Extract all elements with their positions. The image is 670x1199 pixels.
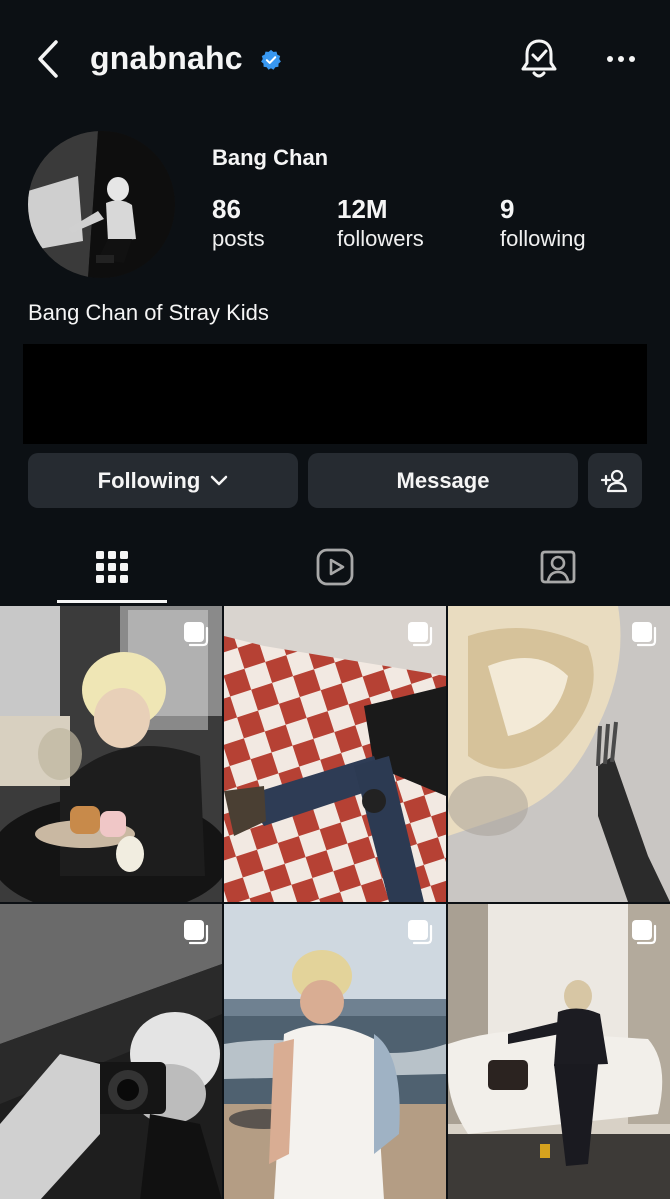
following-count-value: 9: [500, 194, 515, 224]
following-count[interactable]: 9 following: [500, 194, 586, 254]
post-photo-cake: [448, 606, 670, 902]
message-button-label: Message: [396, 467, 490, 493]
profile-tabs: [0, 530, 670, 604]
post-photo-camera-selfie: [0, 904, 222, 1199]
verified-badge-icon: [261, 49, 281, 70]
followers-count-label: followers: [337, 226, 424, 251]
post-tile[interactable]: [0, 904, 222, 1199]
multi-post-icon: [184, 920, 209, 945]
active-tab-indicator: [57, 600, 167, 603]
message-button[interactable]: Message: [308, 453, 578, 508]
tab-tagged[interactable]: [503, 530, 613, 604]
reels-icon: [316, 548, 354, 586]
following-button-label: Following: [97, 467, 201, 493]
post-photo-checkered-floor: [224, 606, 446, 902]
posts-count: 86 posts: [212, 194, 265, 254]
post-photo-sofa: [448, 904, 670, 1199]
posts-count-value: 86: [212, 194, 241, 224]
posts-count-label: posts: [212, 226, 265, 251]
post-tile[interactable]: [448, 606, 670, 902]
back-chevron-icon[interactable]: [30, 38, 66, 80]
post-tile[interactable]: [224, 606, 446, 902]
redacted-block: [23, 344, 647, 444]
post-tile[interactable]: [224, 904, 446, 1199]
tab-reels[interactable]: [280, 530, 390, 604]
multi-post-icon: [408, 920, 433, 945]
multi-post-icon: [408, 622, 433, 647]
chevron-down-icon: [211, 475, 228, 485]
multi-post-icon: [632, 920, 657, 945]
tagged-user-icon: [540, 550, 576, 584]
followers-count[interactable]: 12M followers: [337, 194, 424, 254]
profile-avatar[interactable]: [28, 131, 175, 278]
multi-post-icon: [184, 622, 209, 647]
multi-post-icon: [632, 622, 657, 647]
top-bar: gnabnahc: [0, 0, 670, 120]
post-tile[interactable]: [448, 904, 670, 1199]
more-options-icon[interactable]: [604, 44, 638, 74]
add-person-icon: [601, 469, 628, 492]
posts-grid: [0, 606, 670, 1199]
grid-icon: [96, 551, 128, 583]
following-button[interactable]: Following: [28, 453, 298, 508]
notification-bell-icon[interactable]: [518, 36, 560, 82]
following-count-label: following: [500, 226, 586, 251]
suggest-people-button[interactable]: [588, 453, 642, 508]
post-photo-beach: [224, 904, 446, 1199]
post-tile[interactable]: [0, 606, 222, 902]
profile-bio: Bang Chan of Stray Kids: [28, 300, 269, 325]
profile-display-name: Bang Chan: [212, 145, 329, 170]
tab-posts-grid[interactable]: [57, 530, 167, 604]
profile-username: gnabnahc: [90, 40, 243, 76]
post-photo-cafe: [0, 606, 222, 902]
followers-count-value: 12M: [337, 194, 388, 224]
